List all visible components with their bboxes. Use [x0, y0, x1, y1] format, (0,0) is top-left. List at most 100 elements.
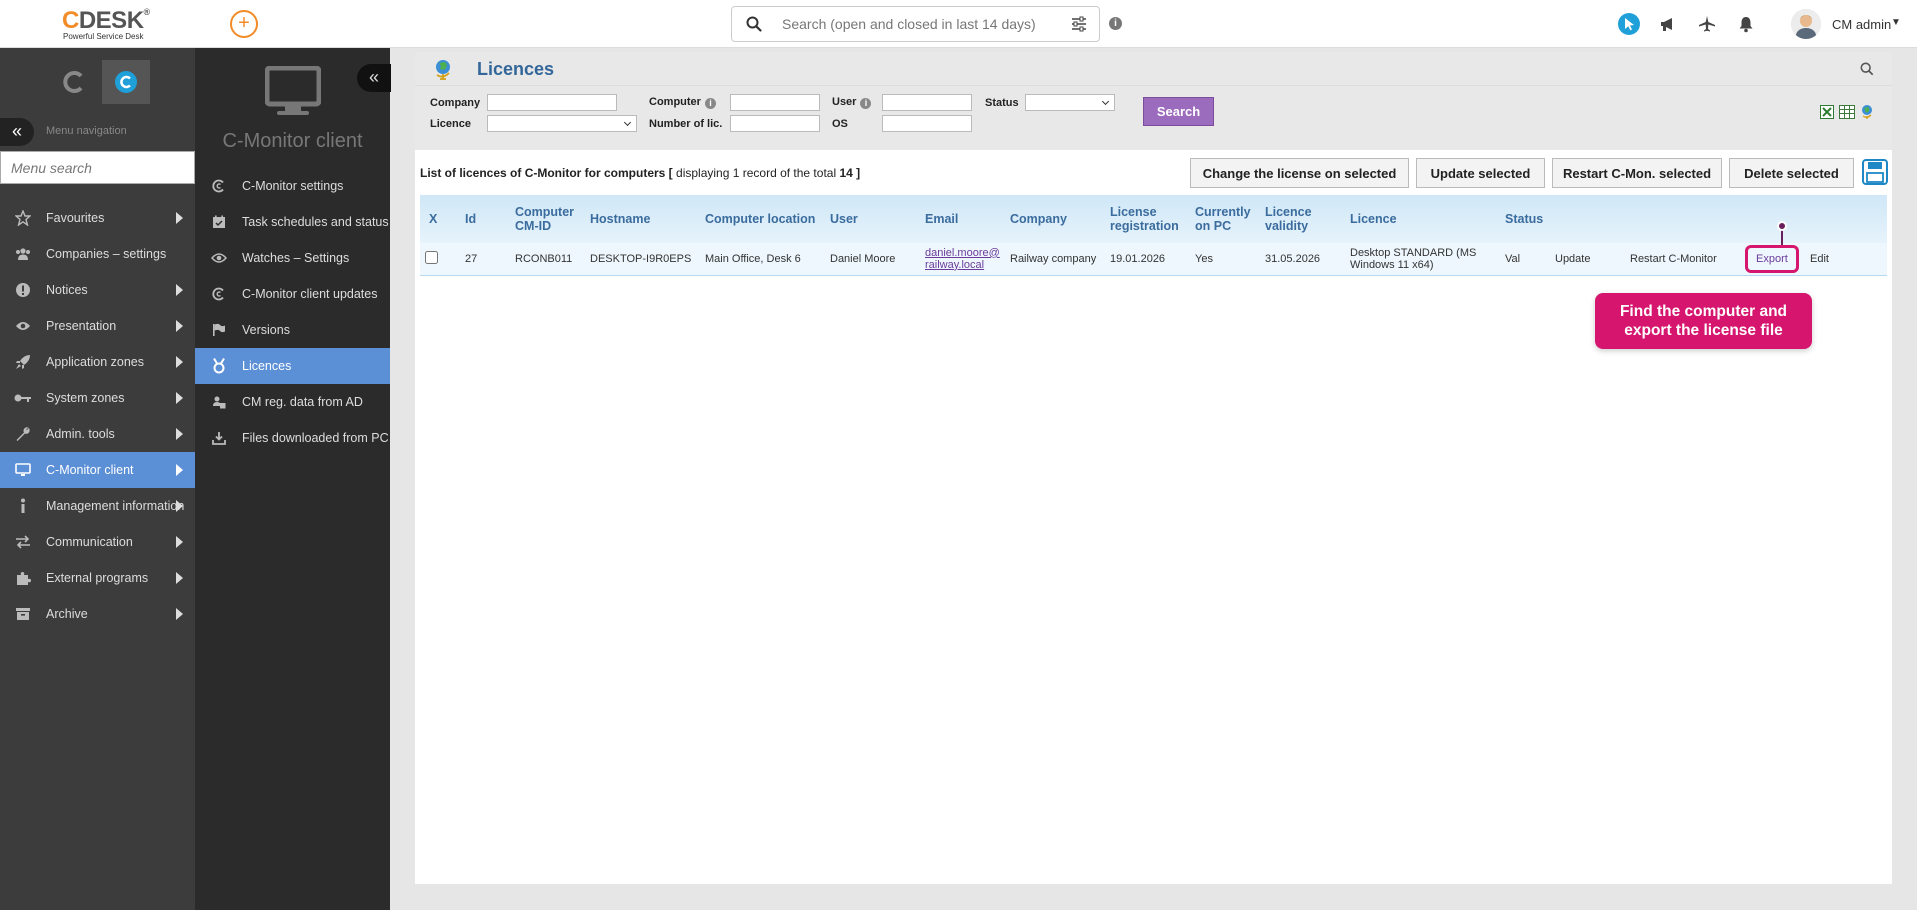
sidebar-item-system-zones[interactable]: System zones: [0, 380, 195, 416]
column-header-company[interactable]: Company: [1005, 195, 1105, 243]
eye-icon: [0, 320, 46, 332]
save-icon[interactable]: [1862, 159, 1888, 188]
column-header-validity[interactable]: Licence validity: [1260, 195, 1345, 243]
submenu-title: C-Monitor client: [222, 130, 363, 152]
sidebar-item-external-programs[interactable]: External programs: [0, 560, 195, 596]
submenu-item-files-downloaded[interactable]: Files downloaded from PC: [195, 420, 390, 456]
global-search-input[interactable]: [782, 14, 1052, 34]
row-select-checkbox[interactable]: [425, 250, 438, 264]
megaphone-icon[interactable]: [1656, 12, 1680, 36]
cell-user: Daniel Moore: [830, 252, 896, 265]
submenu-item-cmonitor-settings[interactable]: C-Monitor settings: [195, 168, 390, 204]
filter-panel: Company Licence Computer i Number of lic.…: [415, 86, 1892, 150]
os-label: OS: [832, 118, 848, 130]
sidebar-item-notices[interactable]: Notices: [0, 272, 195, 308]
sidebar-item-label: External programs: [46, 571, 149, 585]
collapse-menu-button[interactable]: «: [0, 118, 34, 146]
change-license-button[interactable]: Change the license on selected: [1190, 158, 1409, 188]
sidebar-item-label: Favourites: [46, 211, 105, 225]
sidebar-item-archive[interactable]: Archive: [0, 596, 195, 632]
sidebar-item-companies-settings[interactable]: Companies – settings: [0, 236, 195, 272]
flag-icon: [195, 323, 242, 337]
delete-selected-button[interactable]: Delete selected: [1729, 158, 1854, 188]
column-header-id[interactable]: Id: [455, 195, 510, 243]
column-header-on-pc[interactable]: Currently on PC: [1190, 195, 1260, 243]
status-select[interactable]: [1025, 94, 1115, 111]
sidebar-item-management-information[interactable]: Management information: [0, 488, 195, 524]
cdesk-module-tab[interactable]: [50, 60, 98, 104]
sidebar-item-label: Communication: [46, 535, 133, 549]
submenu-item-client-updates[interactable]: C-Monitor client updates: [195, 276, 390, 312]
submenu-item-watches-settings[interactable]: Watches – Settings: [195, 240, 390, 276]
restart-cmonitor-link[interactable]: Restart C-Monitor: [1630, 253, 1717, 265]
user-avatar[interactable]: [1791, 9, 1821, 39]
sidebar-item-favourites[interactable]: Favourites: [0, 200, 195, 236]
update-link[interactable]: Update: [1555, 253, 1590, 265]
logo-text: DESK: [78, 7, 144, 34]
list-caption-title: List of licences of C-Monitor for comput…: [420, 166, 673, 180]
column-header-user[interactable]: User: [825, 195, 920, 243]
number-of-licences-input[interactable]: [730, 115, 820, 132]
column-header-email[interactable]: Email: [920, 195, 1005, 243]
cdesk-logo[interactable]: CDESK® Powerful Service Desk: [62, 7, 150, 41]
user-info-icon[interactable]: i: [860, 98, 872, 109]
sidebar-item-application-zones[interactable]: Application zones: [0, 344, 195, 380]
submenu-item-task-schedules[interactable]: Task schedules and status: [195, 204, 390, 240]
filter-settings-icon[interactable]: [1071, 16, 1087, 35]
column-header-registration[interactable]: License registration: [1105, 195, 1190, 243]
list-caption-end: ]: [852, 166, 861, 180]
company-input[interactable]: [487, 94, 617, 111]
table-export-icon[interactable]: [1839, 105, 1855, 122]
global-search: [731, 6, 1100, 42]
update-selected-button[interactable]: Update selected: [1416, 158, 1545, 188]
submenu-item-licences[interactable]: Licences: [195, 348, 390, 384]
cell-id: 27: [465, 252, 478, 265]
submenu-item-label: Files downloaded from PC: [242, 431, 389, 445]
cmonitor-module-tab[interactable]: [102, 60, 150, 104]
sidebar-item-label: Management information: [46, 499, 185, 513]
sidebar-item-communication[interactable]: Communication: [0, 524, 195, 560]
sidebar-item-presentation[interactable]: Presentation: [0, 308, 195, 344]
search-icon[interactable]: [1860, 62, 1874, 79]
column-header-cmid[interactable]: Computer CM-ID: [510, 195, 585, 243]
sidebar-item-label: System zones: [46, 391, 125, 405]
restart-selected-button[interactable]: Restart C-Mon. selected: [1552, 158, 1722, 188]
submenu-item-label: CM reg. data from AD: [242, 395, 363, 409]
column-header-status[interactable]: Status: [1500, 195, 1550, 243]
submenu-arrow-icon: [176, 536, 183, 548]
os-input[interactable]: [882, 115, 972, 132]
submenu-arrow-icon: [176, 212, 183, 224]
globe-icon[interactable]: [1860, 104, 1874, 123]
search-button[interactable]: Search: [1143, 97, 1214, 126]
submenu-item-versions[interactable]: Versions: [195, 312, 390, 348]
airplane-icon[interactable]: [1695, 12, 1719, 36]
export-link[interactable]: Export: [1745, 244, 1799, 273]
licence-select[interactable]: [487, 115, 637, 132]
users-icon: [0, 247, 46, 261]
pointer-icon[interactable]: [1617, 12, 1641, 36]
user-input[interactable]: [882, 94, 972, 111]
column-header-hostname[interactable]: Hostname: [585, 195, 700, 243]
email-link[interactable]: daniel.moore@ railway.local: [925, 247, 1000, 271]
licence-label: Licence: [430, 118, 471, 130]
computer-info-icon[interactable]: i: [704, 98, 716, 109]
sidebar-item-cmonitor-client[interactable]: C-Monitor client: [0, 452, 195, 488]
excel-export-icon[interactable]: [1820, 105, 1834, 122]
add-button[interactable]: +: [230, 10, 258, 38]
column-header-location[interactable]: Computer location: [700, 195, 825, 243]
column-header-licence[interactable]: Licence: [1345, 195, 1500, 243]
collapse-submenu-button[interactable]: «: [357, 64, 391, 92]
column-header-x[interactable]: X: [420, 195, 455, 243]
cmonitor-update-icon: [195, 287, 242, 301]
sidebar-item-admin-tools[interactable]: Admin. tools: [0, 416, 195, 452]
computer-input[interactable]: [730, 94, 820, 111]
user-menu-caret-icon[interactable]: ▼: [1891, 17, 1901, 28]
edit-link[interactable]: Edit: [1810, 253, 1829, 265]
search-info-icon[interactable]: i: [1109, 17, 1122, 30]
submenu-item-cm-reg-data-ad[interactable]: CM reg. data from AD: [195, 384, 390, 420]
user-name[interactable]: CM admin: [1832, 17, 1891, 32]
column-header-update: [1550, 195, 1625, 243]
bell-icon[interactable]: [1734, 12, 1758, 36]
cell-edit: Edit: [1805, 243, 1887, 275]
menu-search-input[interactable]: [0, 151, 195, 184]
